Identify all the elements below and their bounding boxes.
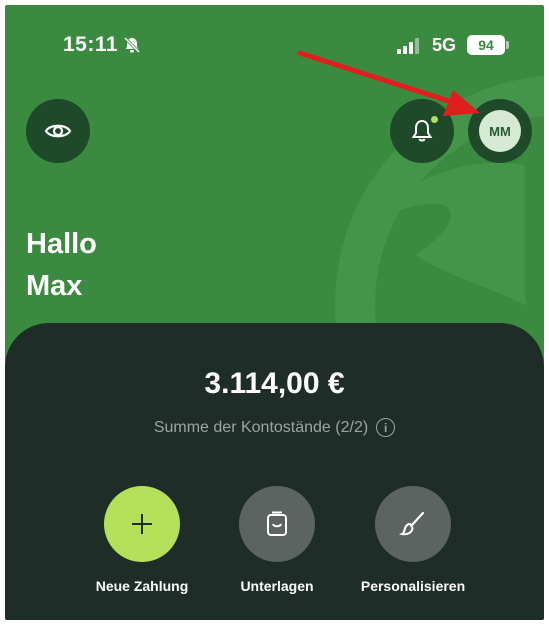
- info-icon[interactable]: i: [376, 418, 396, 437]
- balance-summary-label: Summe der Kontostände (2/2): [153, 418, 369, 436]
- documents-action[interactable]: Unterlagen: [202, 486, 352, 594]
- plus-icon: [132, 514, 152, 534]
- annotation-arrow-icon: [297, 50, 480, 116]
- app-screen: 15:11 5G 94 MM Hallo Max 3.114,00 € Summ…: [5, 5, 544, 620]
- documents-button[interactable]: [239, 486, 315, 562]
- new-payment-action[interactable]: Neue Zahlung: [67, 486, 217, 594]
- eye-icon: [44, 124, 72, 138]
- greeting-line-1: Hallo: [26, 228, 97, 260]
- new-payment-label: Neue Zahlung: [95, 578, 189, 594]
- total-balance: 3.114,00 €: [204, 367, 345, 400]
- bell-slash-icon: [123, 36, 141, 54]
- toggle-balance-visibility-button[interactable]: [26, 99, 90, 163]
- account-summary-card: 3.114,00 € Summe der Kontostände (2/2) i…: [5, 323, 544, 620]
- paintbrush-icon: [399, 511, 425, 536]
- avatar: MM: [479, 110, 521, 152]
- personalize-button[interactable]: [375, 486, 451, 562]
- quick-actions: Neue Zahlung Unterlagen Personalisieren: [5, 486, 544, 606]
- status-time: 15:11: [63, 33, 119, 56]
- personalize-label: Personalisieren: [360, 578, 466, 594]
- inbox-icon: [267, 511, 287, 536]
- new-payment-button[interactable]: [104, 486, 180, 562]
- greeting: Hallo Max: [26, 223, 97, 307]
- balance-summary-row: Summe der Kontostände (2/2) i: [5, 418, 544, 437]
- battery-tip: [506, 41, 509, 49]
- greeting-name: Max: [26, 270, 83, 302]
- documents-label: Unterlagen: [240, 578, 314, 594]
- personalize-action[interactable]: Personalisieren: [338, 486, 488, 594]
